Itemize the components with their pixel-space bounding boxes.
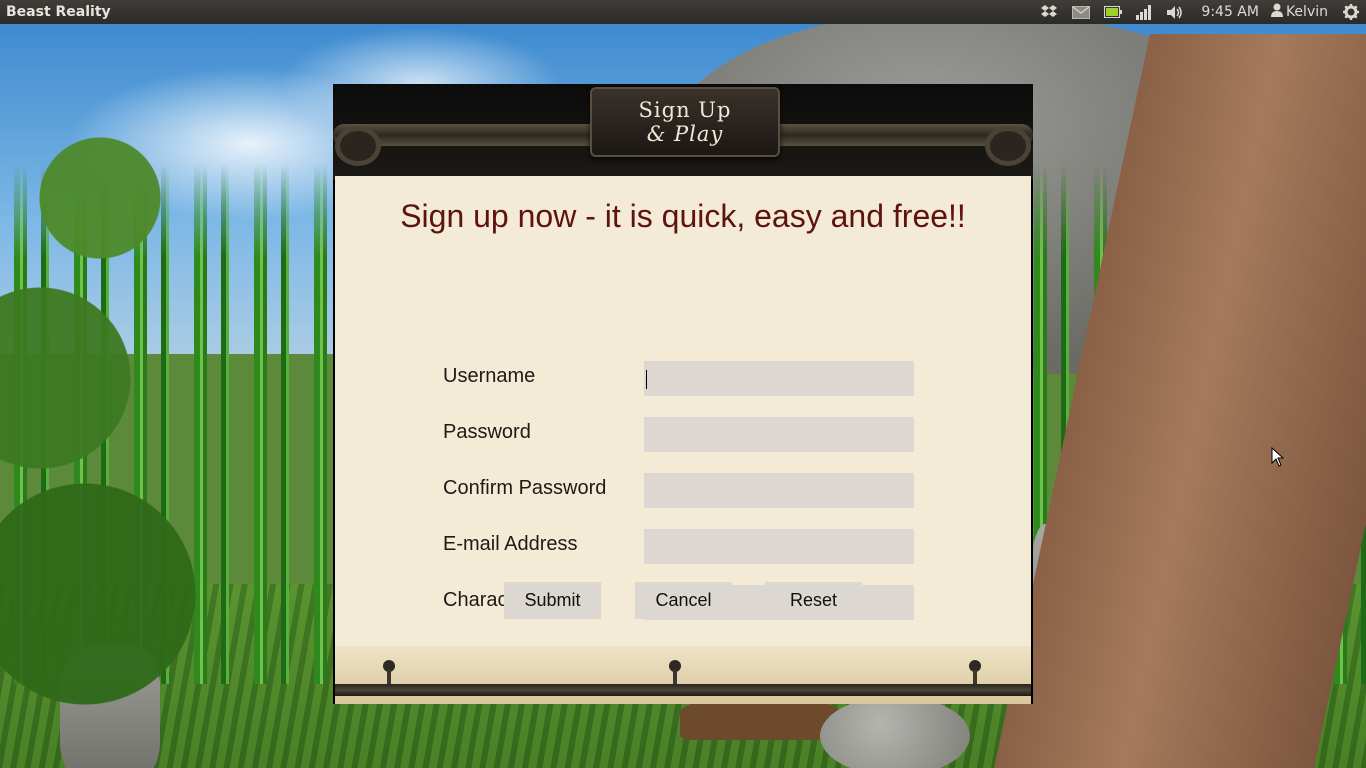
top-panel: Beast Reality 9:45 AM Kelvin bbox=[0, 0, 1366, 24]
scroll-ornament-left bbox=[335, 126, 381, 166]
email-input[interactable] bbox=[644, 529, 914, 564]
dialog-body: Sign up now - it is quick, easy and free… bbox=[335, 176, 1031, 646]
dialog-header: Sign Up & Play bbox=[333, 84, 1033, 180]
reset-button[interactable]: Reset bbox=[765, 582, 862, 619]
username-row: Username bbox=[443, 361, 923, 397]
signal-icon[interactable] bbox=[1129, 0, 1159, 24]
username-input[interactable] bbox=[644, 361, 914, 396]
gear-icon[interactable] bbox=[1336, 0, 1366, 24]
plaque-title-line1: Sign Up bbox=[638, 98, 732, 122]
battery-icon[interactable] bbox=[1097, 0, 1129, 24]
email-row: E-mail Address bbox=[443, 529, 923, 565]
confirm-password-input[interactable] bbox=[644, 473, 914, 508]
password-label: Password bbox=[443, 421, 531, 443]
dialog-footer bbox=[335, 646, 1031, 704]
plaque-title-line2: & Play bbox=[646, 122, 724, 146]
text-caret bbox=[646, 370, 647, 389]
confirm-password-label: Confirm Password bbox=[443, 477, 607, 499]
mouse-pointer-icon bbox=[1271, 446, 1285, 471]
signup-dialog: Sign Up & Play Sign up now - it is quick… bbox=[333, 84, 1033, 704]
confirm-password-row: Confirm Password bbox=[443, 473, 923, 509]
volume-icon[interactable] bbox=[1159, 0, 1191, 24]
user-menu[interactable]: Kelvin bbox=[1267, 3, 1336, 21]
cancel-button[interactable]: Cancel bbox=[635, 582, 732, 619]
password-input[interactable] bbox=[644, 417, 914, 452]
username-label: Username bbox=[443, 365, 536, 387]
scroll-rod-bottom bbox=[335, 684, 1031, 696]
indicator-area: 9:45 AM Kelvin bbox=[1033, 0, 1366, 24]
clock[interactable]: 9:45 AM bbox=[1191, 4, 1267, 20]
email-label: E-mail Address bbox=[443, 533, 578, 555]
user-name: Kelvin bbox=[1285, 4, 1328, 20]
foreground-bush bbox=[0, 54, 220, 768]
mail-icon[interactable] bbox=[1065, 0, 1097, 24]
title-plaque: Sign Up & Play bbox=[590, 87, 780, 157]
signup-headline: Sign up now - it is quick, easy and free… bbox=[400, 198, 966, 234]
dirt-patch bbox=[680, 700, 840, 740]
scroll-ornament-right bbox=[985, 126, 1031, 166]
app-title: Beast Reality bbox=[6, 4, 111, 20]
submit-button[interactable]: Submit bbox=[504, 582, 601, 619]
user-icon bbox=[1270, 3, 1283, 21]
password-row: Password bbox=[443, 417, 923, 453]
stone bbox=[820, 696, 970, 768]
dropbox-icon[interactable] bbox=[1033, 0, 1065, 24]
